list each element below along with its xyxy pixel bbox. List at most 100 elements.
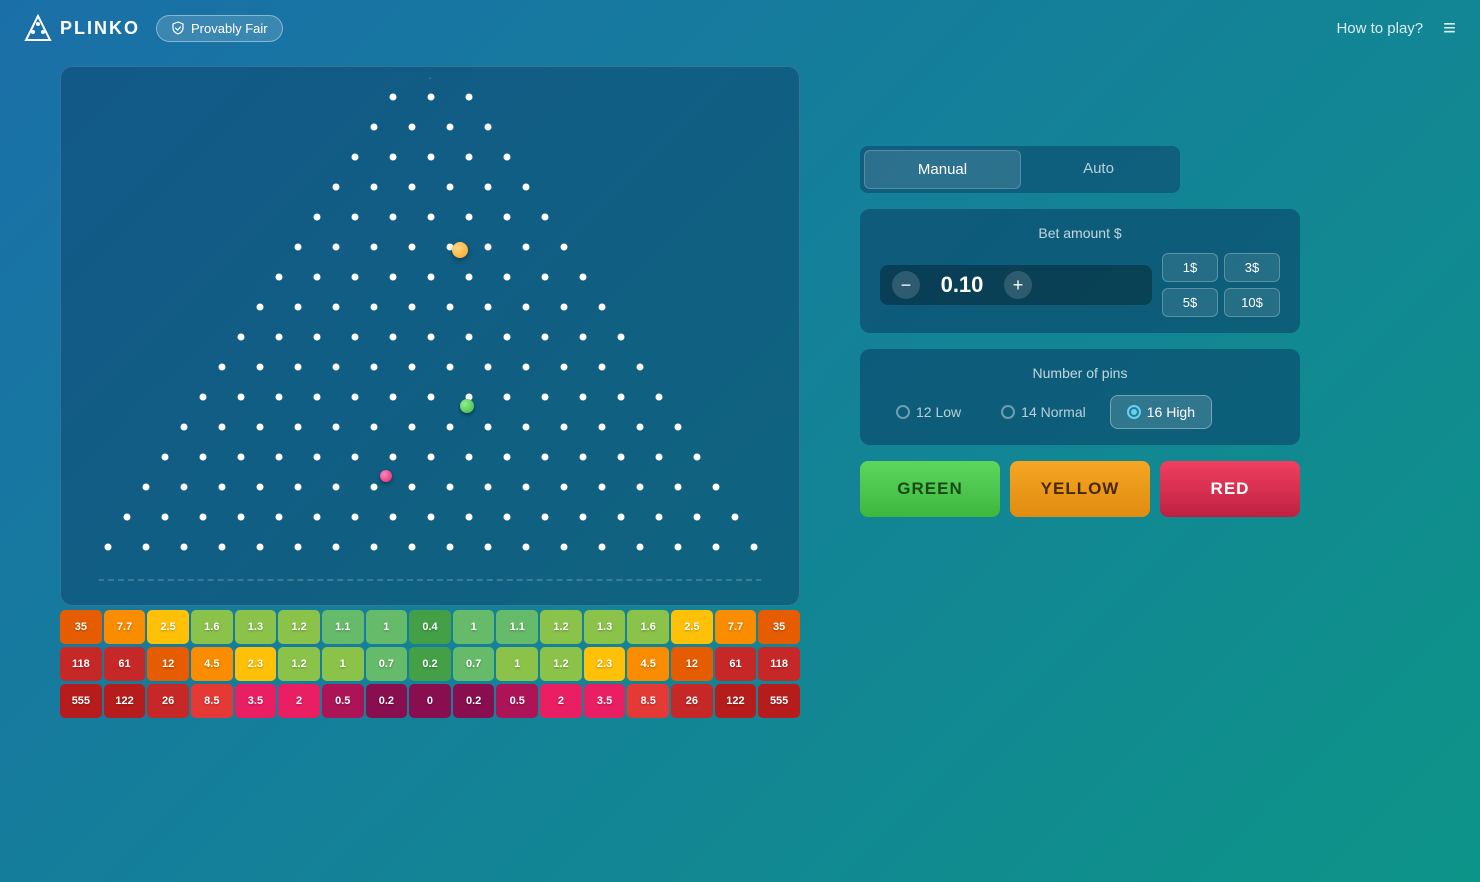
pin-dot <box>485 244 492 251</box>
pin-dot <box>352 454 359 461</box>
pin-dot <box>599 304 606 311</box>
bet-row: − 0.10 + 1$3$5$10$ <box>880 253 1280 317</box>
pin-dot <box>238 394 245 401</box>
pin-dot <box>542 514 549 521</box>
pin-dot <box>542 454 549 461</box>
risk-button-green[interactable]: GREEN <box>860 461 1000 517</box>
pin-dot <box>561 244 568 251</box>
pin-dot <box>390 454 397 461</box>
score-cell: 1.2 <box>540 610 582 644</box>
score-cell: 7.7 <box>715 610 757 644</box>
pin-dot <box>390 334 397 341</box>
pin-option-12low[interactable]: 12 Low <box>880 396 977 428</box>
score-row-green: 357.72.51.61.31.21.110.411.11.21.31.62.5… <box>60 610 800 644</box>
pin-dot <box>314 514 321 521</box>
pin-dot <box>257 424 264 431</box>
pin-dot <box>599 364 606 371</box>
radio-dot-16high <box>1127 405 1141 419</box>
tab-manual[interactable]: Manual <box>864 150 1021 189</box>
pin-option-14normal[interactable]: 14 Normal <box>985 396 1102 428</box>
pin-dot <box>276 514 283 521</box>
pin-dot <box>333 424 340 431</box>
menu-icon[interactable]: ≡ <box>1443 15 1456 41</box>
pin-dot <box>618 334 625 341</box>
pin-dot <box>219 544 226 551</box>
score-cell: 2.5 <box>147 610 189 644</box>
pin-option-16high[interactable]: 16 High <box>1110 395 1212 429</box>
bet-increase-button[interactable]: + <box>1004 271 1032 299</box>
board-area <box>60 66 800 606</box>
radio-dot-12low <box>896 405 910 419</box>
header-left: PLINKO Provably Fair <box>24 14 283 42</box>
pin-dot <box>257 364 264 371</box>
score-cell: 3.5 <box>584 684 626 718</box>
logo: PLINKO <box>24 14 140 42</box>
pin-dot <box>523 364 530 371</box>
pins-panel: Number of pins 12 Low 14 Normal 16 High <box>860 349 1300 445</box>
pin-dot <box>618 454 625 461</box>
pin-dot <box>580 454 587 461</box>
pin-dot <box>371 124 378 131</box>
pin-dot <box>409 484 416 491</box>
pin-dot <box>371 484 378 491</box>
header-right: How to play? ≡ <box>1336 15 1456 41</box>
quick-bet-button-3[interactable]: 3$ <box>1224 253 1280 282</box>
bet-decrease-button[interactable]: − <box>892 271 920 299</box>
score-cell: 1 <box>453 610 495 644</box>
risk-button-yellow[interactable]: YELLOW <box>1010 461 1150 517</box>
score-cell: 555 <box>60 684 102 718</box>
pin-option-label-14normal: 14 Normal <box>1021 404 1086 420</box>
pin-dot <box>390 154 397 161</box>
pin-dot <box>694 514 701 521</box>
right-panel: Manual Auto Bet amount $ − 0.10 + 1$3$5$… <box>860 56 1440 878</box>
pin-dot <box>371 184 378 191</box>
how-to-play-link[interactable]: How to play? <box>1336 20 1423 37</box>
score-cell: 1 <box>322 647 364 681</box>
score-row-red: 555122268.53.520.50.200.20.523.58.526122… <box>60 684 800 718</box>
tab-auto[interactable]: Auto <box>1021 150 1176 189</box>
pin-dot <box>124 514 131 521</box>
pin-dot <box>599 484 606 491</box>
pin-dot <box>238 454 245 461</box>
pin-dot <box>390 94 397 101</box>
score-cell: 1 <box>496 647 538 681</box>
pin-dot <box>181 544 188 551</box>
pin-option-label-12low: 12 Low <box>916 404 961 420</box>
pin-dot <box>257 304 264 311</box>
pin-dot <box>485 124 492 131</box>
pin-dot <box>466 94 473 101</box>
pin-dot <box>390 514 397 521</box>
quick-bet-button-5[interactable]: 5$ <box>1162 288 1218 317</box>
pin-dot <box>485 304 492 311</box>
pin-dot <box>295 364 302 371</box>
score-cell: 4.5 <box>191 647 233 681</box>
pin-dot <box>295 304 302 311</box>
pins-options: 12 Low 14 Normal 16 High <box>880 395 1280 429</box>
score-cell: 12 <box>147 647 189 681</box>
ball-pink <box>380 470 392 482</box>
ball-green <box>460 399 474 413</box>
risk-button-red[interactable]: RED <box>1160 461 1300 517</box>
pin-dot <box>447 544 454 551</box>
pin-dot <box>219 484 226 491</box>
score-cell: 61 <box>104 647 146 681</box>
pin-dot <box>428 214 435 221</box>
provably-fair-label: Provably Fair <box>191 21 268 36</box>
pin-dot <box>523 304 530 311</box>
quick-bet-row: 1$3$ <box>1162 253 1280 282</box>
pin-dot <box>409 124 416 131</box>
score-cell: 2.3 <box>235 647 277 681</box>
provably-fair-button[interactable]: Provably Fair <box>156 15 283 42</box>
pin-dot <box>200 514 207 521</box>
mode-tabs: Manual Auto <box>860 146 1180 193</box>
pin-dot <box>162 454 169 461</box>
pin-dot <box>352 154 359 161</box>
quick-bets: 1$3$5$10$ <box>1162 253 1280 317</box>
quick-bet-button-10[interactable]: 10$ <box>1224 288 1280 317</box>
pins-label: Number of pins <box>880 365 1280 381</box>
pin-dot <box>656 454 663 461</box>
score-cell: 0.2 <box>453 684 495 718</box>
score-cell: 1.1 <box>322 610 364 644</box>
pin-dot <box>371 544 378 551</box>
quick-bet-button-1[interactable]: 1$ <box>1162 253 1218 282</box>
